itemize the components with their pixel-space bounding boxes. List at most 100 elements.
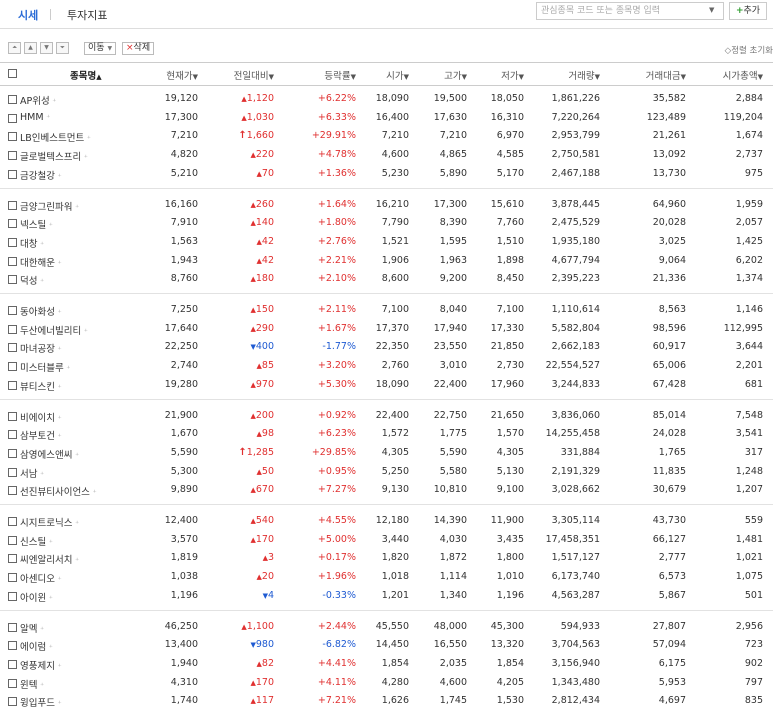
table-row[interactable]: 서남 ⁺ ▲50 5,300 +0.95% 5,250 5,580 5,130 2,191,3… xyxy=(0,463,773,481)
table-row[interactable]: HMM ⁺ ▲1,030 17,300 +6.33% 16,400 17,630 16,31… xyxy=(0,109,773,127)
stock-name[interactable]: 아이윈 ⁺ xyxy=(20,590,53,604)
memo-icon[interactable]: ⁺ xyxy=(37,240,44,249)
memo-icon[interactable]: ⁺ xyxy=(46,538,53,547)
row-checkbox[interactable] xyxy=(8,573,17,583)
row-checkbox[interactable] xyxy=(8,697,17,707)
table-row[interactable]: 대한해운 ⁺ ▲42 1,943 +2.21% 1,906 1,963 1,898 4,677… xyxy=(0,252,773,270)
stock-name[interactable]: 마녀공장 ⁺ xyxy=(20,341,62,355)
header-change[interactable]: 전일대비▼ xyxy=(234,68,274,82)
memo-icon[interactable]: ⁺ xyxy=(55,432,62,441)
stock-name[interactable]: 두산에너빌리티 ⁺ xyxy=(20,323,88,337)
table-row[interactable]: 금강철강 ⁺ ▲70 5,210 +1.36% 5,230 5,890 5,170 2,467… xyxy=(0,165,773,183)
row-checkbox[interactable] xyxy=(8,622,17,632)
stock-name[interactable]: 에이럼 ⁺ xyxy=(20,639,53,653)
stock-name[interactable]: 대한해운 ⁺ xyxy=(20,255,62,269)
table-row[interactable]: LB인베스트먼트 ⁺ ↑1,660 7,210 +29.91% 7,210 7,210 6,… xyxy=(0,127,773,145)
row-checkbox[interactable] xyxy=(8,411,17,421)
move-up-icon[interactable]: ▲ xyxy=(24,42,37,54)
table-row[interactable]: 금양그린파워 ⁺ ▲260 16,160 +1.64% 16,210 17,300 15,6… xyxy=(0,196,773,214)
row-checkbox[interactable] xyxy=(8,306,17,315)
row-checkbox[interactable] xyxy=(8,343,17,353)
row-checkbox[interactable] xyxy=(8,535,17,545)
row-checkbox[interactable] xyxy=(8,275,17,285)
header-rate[interactable]: 등락률▼ xyxy=(324,68,356,82)
row-checkbox[interactable] xyxy=(8,200,17,210)
stock-name[interactable]: 동아화성 ⁺ xyxy=(20,304,62,318)
memo-icon[interactable]: ⁺ xyxy=(64,364,70,373)
stock-name[interactable]: 아센디오 ⁺ xyxy=(20,571,62,585)
header-high[interactable]: 고가▼ xyxy=(444,68,467,82)
row-checkbox[interactable] xyxy=(8,151,17,161)
row-checkbox[interactable] xyxy=(8,448,17,458)
table-row[interactable]: 알멕 ⁺ ▲1,100 46,250 +2.44% 45,550 48,000 45,300… xyxy=(0,618,773,636)
row-checkbox[interactable] xyxy=(8,678,17,688)
table-row[interactable]: 넥스틸 ⁺ ▲140 7,910 +1.80% 7,790 8,390 7,760 2,475… xyxy=(0,214,773,232)
memo-icon[interactable]: ⁺ xyxy=(44,113,50,122)
stock-name[interactable]: 윈텍 ⁺ xyxy=(20,677,44,691)
memo-icon[interactable]: ⁺ xyxy=(81,153,88,162)
row-checkbox[interactable] xyxy=(8,256,17,266)
stock-name[interactable]: 넥스틸 ⁺ xyxy=(20,217,53,231)
memo-icon[interactable]: ⁺ xyxy=(55,414,62,423)
memo-icon[interactable]: ⁺ xyxy=(46,594,53,603)
table-row[interactable]: 대창 ⁺ ▲42 1,563 +2.76% 1,521 1,595 1,510 1,935,1… xyxy=(0,233,773,251)
stock-name[interactable]: 알멕 ⁺ xyxy=(20,621,44,635)
table-row[interactable]: 씨엔알리서치 ⁺ ▲3 1,819 +0.17% 1,820 1,872 1,800 1,51… xyxy=(0,549,773,567)
row-checkbox[interactable] xyxy=(8,237,17,247)
header-low[interactable]: 저가▼ xyxy=(501,68,524,82)
memo-icon[interactable]: ⁺ xyxy=(90,488,96,497)
table-row[interactable]: 동아화성 ⁺ ▲150 7,250 +2.11% 7,100 8,040 7,100 1,11… xyxy=(0,301,773,319)
stock-name[interactable]: 신스틸 ⁺ xyxy=(20,534,53,548)
memo-icon[interactable]: ⁺ xyxy=(37,681,44,690)
tab-investment-indicators[interactable]: 투자지표 xyxy=(67,7,107,23)
stock-name[interactable]: 뷰티스킨 ⁺ xyxy=(20,379,62,393)
row-checkbox[interactable] xyxy=(8,324,17,334)
row-checkbox[interactable] xyxy=(8,554,17,564)
row-checkbox[interactable] xyxy=(8,659,17,669)
memo-icon[interactable]: ⁺ xyxy=(55,662,62,671)
table-row[interactable]: 덕성 ⁺ ▲180 8,760 +2.10% 8,600 9,200 8,450 2,395,… xyxy=(0,270,773,288)
table-row[interactable]: 뷰티스킨 ⁺ ▲970 19,280 +5.30% 18,090 22,400 17,960… xyxy=(0,376,773,394)
row-checkbox[interactable] xyxy=(8,95,17,104)
stock-name[interactable]: 서남 ⁺ xyxy=(20,466,44,480)
stock-name[interactable]: 금강철강 ⁺ xyxy=(20,168,62,182)
move-to-bottom-icon[interactable]: ⏷ xyxy=(56,42,69,54)
table-row[interactable]: 아이윈 ⁺ ▼4 1,196 -0.33% 1,201 1,340 1,196 4,563,2… xyxy=(0,587,773,605)
row-checkbox[interactable] xyxy=(8,486,17,496)
memo-icon[interactable]: ⁺ xyxy=(37,277,44,286)
header-amount[interactable]: 거래대금▼ xyxy=(646,68,686,82)
memo-icon[interactable]: ⁺ xyxy=(72,451,79,460)
header-price[interactable]: 현재가▼ xyxy=(166,68,198,82)
table-row[interactable]: 선진뷰티사이언스 ⁺ ▲670 9,890 +7.27% 9,130 10,810 9,10… xyxy=(0,481,773,499)
select-all-checkbox[interactable] xyxy=(8,69,17,78)
table-row[interactable]: 신스틸 ⁺ ▲170 3,570 +5.00% 3,440 4,030 3,435 17,45… xyxy=(0,531,773,549)
memo-icon[interactable]: ⁺ xyxy=(46,221,53,230)
stock-name[interactable]: 금양그린파워 ⁺ xyxy=(20,199,79,213)
stock-name[interactable]: AP위성 ⁺ xyxy=(20,93,56,107)
table-row[interactable]: 두산에너빌리티 ⁺ ▲290 17,640 +1.67% 17,370 17,940 17,… xyxy=(0,320,773,338)
table-row[interactable]: 삼영에스앤씨 ⁺ ↑1,285 5,590 +29.85% 4,305 5,590 4,30… xyxy=(0,444,773,462)
memo-icon[interactable]: ⁺ xyxy=(46,643,53,652)
row-checkbox[interactable] xyxy=(8,517,17,526)
stock-name[interactable]: HMM ⁺ xyxy=(20,112,50,123)
stock-name[interactable]: 대창 ⁺ xyxy=(20,236,44,250)
header-name[interactable]: 종목명▲ xyxy=(70,68,102,82)
table-row[interactable]: 에이럼 ⁺ ▼980 13,400 -6.82% 14,450 16,550 13,320 3… xyxy=(0,636,773,654)
row-checkbox[interactable] xyxy=(8,430,17,440)
stock-name[interactable]: 글로벌텍스프리 ⁺ xyxy=(20,149,88,163)
table-row[interactable]: 아센디오 ⁺ ▲20 1,038 +1.96% 1,018 1,114 1,010 6,173… xyxy=(0,568,773,586)
row-checkbox[interactable] xyxy=(8,362,17,372)
move-dropdown[interactable]: 이동 ▼ xyxy=(84,42,117,55)
stock-name[interactable]: 윙입푸드 ⁺ xyxy=(20,695,62,709)
memo-icon[interactable]: ⁺ xyxy=(37,625,44,634)
tab-price[interactable]: 시세 xyxy=(18,7,38,23)
row-checkbox[interactable] xyxy=(8,641,17,651)
memo-icon[interactable]: ⁺ xyxy=(55,383,62,392)
table-row[interactable]: 미스터블루 ⁺ ▲85 2,740 +3.20% 2,760 3,010 2,730 22,5… xyxy=(0,357,773,375)
table-row[interactable]: 윙입푸드 ⁺ ▲117 1,740 +7.21% 1,626 1,745 1,530 2,81… xyxy=(0,692,773,710)
memo-icon[interactable]: ⁺ xyxy=(55,699,62,708)
memo-icon[interactable]: ⁺ xyxy=(37,470,44,479)
table-row[interactable]: AP위성 ⁺ ▲1,120 19,120 +6.22% 18,090 19,500 18,0… xyxy=(0,90,773,108)
header-market-cap[interactable]: 시가총액▼ xyxy=(723,68,763,82)
memo-icon[interactable]: ⁺ xyxy=(55,575,62,584)
